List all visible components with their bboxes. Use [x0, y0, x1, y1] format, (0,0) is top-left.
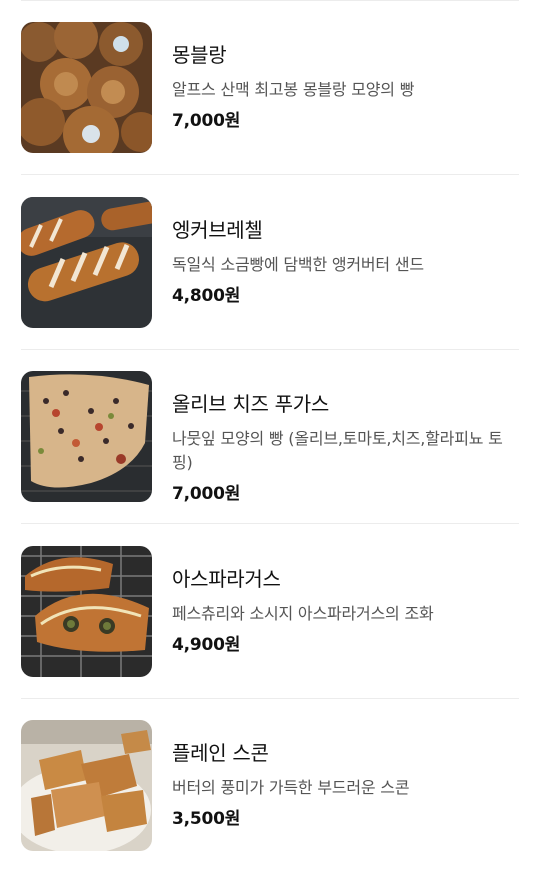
item-description: 페스츄리와 소시지 아스파라거스의 조화	[172, 604, 434, 623]
item-name: 아스파라거스	[172, 567, 281, 591]
item-info: 아스파라거스 페스츄리와 소시지 아스파라거스의 조화 4,900원	[172, 566, 519, 656]
item-price: 7,000원	[172, 484, 241, 504]
item-name: 몽블랑	[172, 43, 227, 67]
menu-item[interactable]: 몽블랑 알프스 산맥 최고봉 몽블랑 모양의 빵 7,000원	[21, 0, 519, 175]
menu-item[interactable]: 엥커브레첼 독일식 소금빵에 담백한 앵커버터 샌드 4,800원	[21, 175, 519, 350]
item-name: 엥커브레첼	[172, 218, 263, 242]
item-name: 올리브 치즈 푸가스	[172, 392, 329, 416]
item-description: 독일식 소금빵에 담백한 앵커버터 샌드	[172, 255, 424, 274]
anchor-pretzel-photo	[21, 197, 152, 328]
item-description: 버터의 풍미가 가득한 부드러운 스콘	[172, 778, 410, 797]
item-price: 4,800원	[172, 286, 241, 306]
item-price: 4,900원	[172, 635, 241, 655]
item-name: 플레인 스콘	[172, 741, 269, 765]
menu-item[interactable]: 아스파라거스 페스츄리와 소시지 아스파라거스의 조화 4,900원	[21, 524, 519, 699]
asparagus-pastry-photo	[21, 546, 152, 677]
plain-scone-photo	[21, 720, 152, 851]
item-price: 3,500원	[172, 809, 241, 829]
item-info: 플레인 스콘 버터의 풍미가 가득한 부드러운 스콘 3,500원	[172, 740, 519, 830]
item-price: 7,000원	[172, 111, 241, 131]
olive-cheese-fougasse-photo	[21, 371, 152, 502]
menu-item[interactable]: 플레인 스콘 버터의 풍미가 가득한 부드러운 스콘 3,500원	[21, 698, 519, 869]
item-info: 몽블랑 알프스 산맥 최고봉 몽블랑 모양의 빵 7,000원	[172, 42, 519, 132]
item-info: 엥커브레첼 독일식 소금빵에 담백한 앵커버터 샌드 4,800원	[172, 217, 519, 307]
mont-blanc-pastry-photo	[21, 22, 152, 153]
item-info: 올리브 치즈 푸가스 나뭇잎 모양의 빵 (올리브,토마토,치즈,할라피뇨 토핑…	[172, 391, 519, 505]
item-description: 알프스 산맥 최고봉 몽블랑 모양의 빵	[172, 80, 415, 99]
item-description: 나뭇잎 모양의 빵 (올리브,토마토,치즈,할라피뇨 토핑)	[172, 429, 503, 472]
menu-item[interactable]: 올리브 치즈 푸가스 나뭇잎 모양의 빵 (올리브,토마토,치즈,할라피뇨 토핑…	[21, 349, 519, 524]
